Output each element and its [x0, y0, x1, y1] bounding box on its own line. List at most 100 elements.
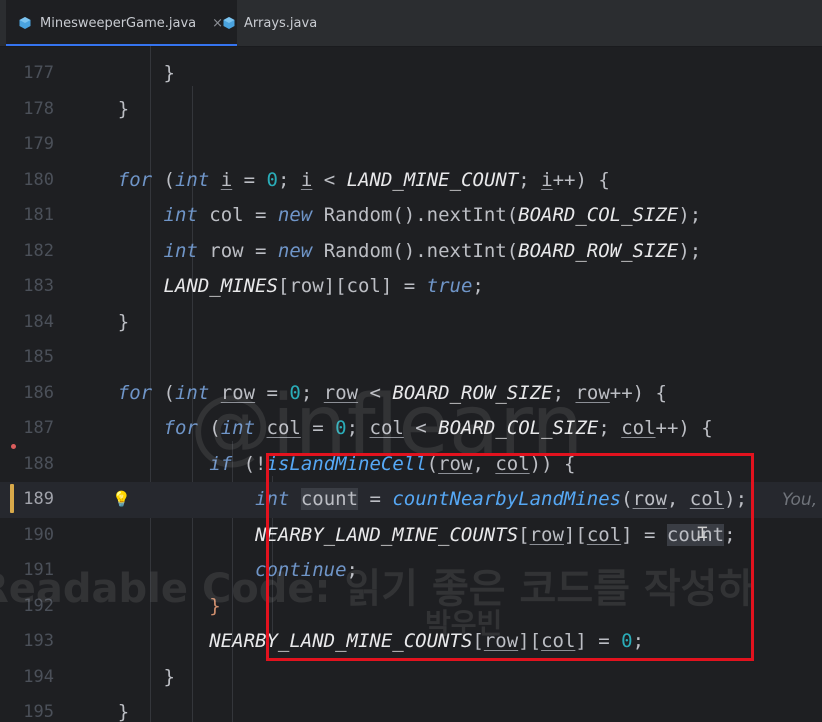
code-line[interactable]: 194 } [0, 660, 822, 696]
java-class-icon [222, 16, 236, 30]
code-token: ] = [575, 630, 622, 652]
line-number[interactable]: 187 [0, 411, 54, 447]
code-text[interactable]: NEARBY_LAND_MINE_COUNTS[row][col] = coun… [72, 518, 736, 554]
code-token: int [174, 381, 210, 404]
code-token: [row][col] = [277, 275, 427, 297]
code-line[interactable]: 184 } [0, 305, 822, 341]
line-number[interactable]: 179 [0, 127, 54, 163]
line-number[interactable]: 181 [0, 198, 54, 234]
code-text[interactable]: } [72, 695, 129, 722]
code-token: for [117, 381, 153, 404]
code-text[interactable]: int row = new Random().nextInt(BOARD_ROW… [72, 234, 702, 270]
line-number[interactable]: 191 [0, 553, 54, 589]
line-number[interactable]: 186 [0, 376, 54, 412]
breakpoint-dot[interactable] [11, 444, 16, 449]
code-text[interactable]: } [72, 92, 129, 128]
code-token: BOARD_COL_SIZE [518, 204, 679, 226]
code-text[interactable]: LAND_MINES[row][col] = true; [72, 269, 484, 305]
line-number[interactable]: 189 [0, 482, 54, 518]
code-token: int [163, 239, 198, 262]
code-line[interactable]: 177 } [0, 56, 822, 92]
code-line[interactable]: 192 } [0, 589, 822, 625]
code-line[interactable]: 183 LAND_MINES[row][col] = true; [0, 269, 822, 305]
code-token: col [369, 417, 404, 439]
code-line[interactable]: 178 } [0, 92, 822, 128]
code-token: ; [724, 523, 736, 546]
code-text[interactable]: for (int i = 0; i < LAND_MINE_COUNT; i++… [72, 163, 610, 199]
code-line[interactable]: 195 } [0, 695, 822, 722]
code-text[interactable]: for (int col = 0; col < BOARD_COL_SIZE; … [72, 411, 713, 447]
line-number[interactable]: 184 [0, 305, 54, 341]
code-token: < [312, 168, 347, 191]
code-line[interactable]: 193 NEARBY_LAND_MINE_COUNTS[row][col] = … [0, 624, 822, 660]
code-token: ++) { [552, 168, 610, 191]
line-number[interactable]: 193 [0, 624, 54, 660]
line-number[interactable]: 182 [0, 234, 54, 270]
code-token: ); [678, 204, 702, 226]
code-token: NEARBY_LAND_MINE_COUNTS [255, 523, 519, 546]
line-number[interactable]: 177 [0, 56, 54, 92]
code-token: ; [346, 417, 370, 439]
code-token: col [541, 630, 576, 652]
code-token: new [277, 204, 313, 226]
code-line[interactable]: 187 for (int col = 0; col < BOARD_COL_SI… [0, 411, 822, 447]
code-token: ][ [563, 523, 587, 546]
code-text[interactable]: } [72, 305, 129, 341]
line-number[interactable]: 185 [0, 340, 54, 376]
code-line[interactable]: 188 if (!isLandMineCell(row, col)) { [0, 447, 822, 483]
line-number[interactable]: 188 [0, 447, 54, 483]
code-text[interactable]: continue; [72, 553, 358, 589]
code-text[interactable]: int count = countNearbyLandMines(row, co… [72, 482, 747, 518]
code-token: col [586, 523, 622, 546]
tab-minesweeper-game[interactable]: MinesweeperGame.java × [6, 0, 238, 46]
code-text[interactable]: if (!isLandMineCell(row, col)) { [72, 447, 575, 483]
code-token: row [438, 452, 473, 475]
code-token: = [255, 381, 290, 404]
line-number[interactable]: 178 [0, 92, 54, 128]
code-line[interactable]: 179 [0, 127, 822, 163]
code-token: for [163, 417, 198, 439]
modified-line-marker [10, 484, 14, 513]
code-token: ); [724, 488, 748, 510]
code-token: } [72, 310, 130, 333]
code-line[interactable]: 186 for (int row = 0; row < BOARD_ROW_SI… [0, 376, 822, 412]
code-token: 0 [621, 630, 633, 652]
lightbulb-icon[interactable]: 💡 [112, 490, 131, 508]
code-line[interactable]: 181 int col = new Random().nextInt(BOARD… [0, 198, 822, 234]
line-number[interactable]: 195 [0, 695, 54, 722]
code-text[interactable]: } [72, 589, 220, 625]
code-token: row [529, 523, 564, 546]
editor-tab-bar: MinesweeperGame.java × Arrays.java [0, 0, 822, 47]
line-number[interactable]: 192 [0, 589, 54, 625]
code-line[interactable]: 180 for (int i = 0; i < LAND_MINE_COUNT;… [0, 163, 822, 199]
code-token: Random().nextInt( [312, 204, 519, 226]
tab-arrays[interactable]: Arrays.java [210, 0, 329, 46]
line-number[interactable]: 180 [0, 163, 54, 199]
code-token: = [232, 168, 267, 191]
code-text[interactable]: } [72, 56, 175, 92]
code-line[interactable]: 191 continue; [0, 553, 822, 589]
code-line[interactable]: 182 int row = new Random().nextInt(BOARD… [0, 234, 822, 270]
code-token: if [209, 452, 233, 475]
code-token: col [689, 488, 725, 510]
code-text[interactable]: for (int row = 0; row < BOARD_ROW_SIZE; … [72, 376, 667, 412]
code-token: i [300, 168, 313, 191]
code-text[interactable]: int col = new Random().nextInt(BOARD_COL… [72, 198, 702, 234]
code-token: , [666, 488, 690, 510]
line-number[interactable]: 190 [0, 518, 54, 554]
code-token: continue [255, 559, 347, 581]
code-token: Random().nextInt( [312, 239, 519, 262]
code-text[interactable]: NEARBY_LAND_MINE_COUNTS[row][col] = 0; [72, 624, 644, 660]
code-text[interactable]: } [72, 660, 175, 696]
code-token: [ [518, 523, 530, 546]
code-line[interactable]: 185 [0, 340, 822, 376]
line-number[interactable]: 194 [0, 660, 54, 696]
line-number[interactable]: 183 [0, 269, 54, 305]
code-editor[interactable]: 177 } 178 } 179 180 for (int i = 0; i < LAN… [0, 46, 822, 722]
code-token: count [300, 488, 359, 510]
code-token: )) { [529, 452, 576, 475]
